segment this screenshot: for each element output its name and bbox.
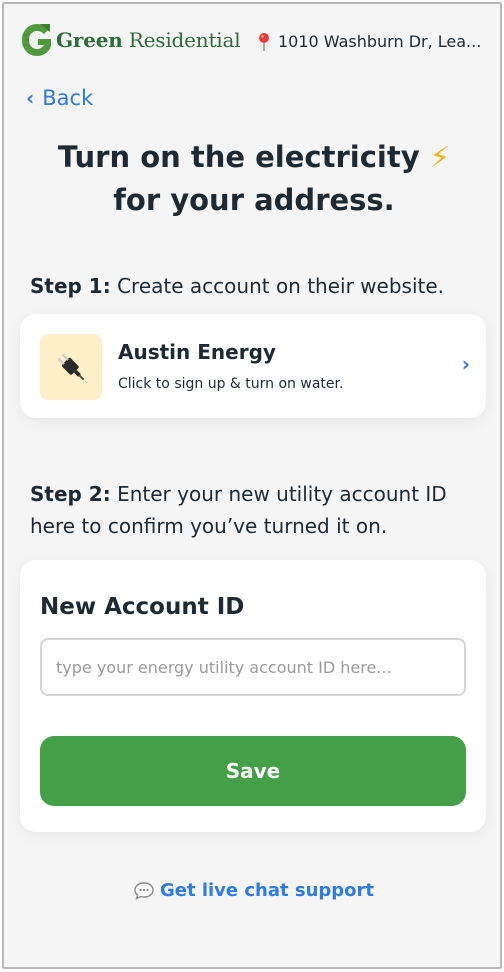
logo-icon xyxy=(22,24,51,56)
account-id-title: New Account ID xyxy=(40,594,245,620)
app-frame: Green Residential 1010 Washburn Dr, Lea.… xyxy=(2,2,502,969)
title-line-1: Turn on the electricity xyxy=(57,140,420,174)
live-chat-link[interactable]: Get live chat support xyxy=(4,880,500,901)
step-1-prefix: Step 1: xyxy=(30,274,111,298)
step-2-prefix: Step 2: xyxy=(30,482,111,506)
plug-icon xyxy=(40,334,102,400)
brand-name: Green Residential xyxy=(56,28,241,52)
chevron-right-icon: › xyxy=(461,352,470,376)
live-chat-label: Get live chat support xyxy=(159,880,375,901)
page-title: Turn on the electricity ⚡ for your addre… xyxy=(4,136,500,222)
provider-subtitle: Click to sign up & turn on water. xyxy=(118,376,344,392)
account-id-input[interactable] xyxy=(40,638,466,696)
lightning-icon: ⚡ xyxy=(429,140,451,174)
chat-bubble-icon xyxy=(134,881,154,900)
header: Green Residential 1010 Washburn Dr, Lea.… xyxy=(4,4,500,84)
chevron-left-icon: ‹ xyxy=(26,86,35,110)
step-1-instruction: Step 1: Create account on their website. xyxy=(30,270,444,302)
provider-name: Austin Energy xyxy=(118,340,276,364)
brand-logo[interactable]: Green Residential xyxy=(20,22,241,58)
save-button[interactable]: Save xyxy=(40,736,466,806)
back-label: Back xyxy=(42,86,94,110)
location-pin-icon xyxy=(259,32,269,51)
provider-card[interactable]: Austin Energy Click to sign up & turn on… xyxy=(20,314,486,418)
back-link[interactable]: ‹ Back xyxy=(26,86,93,110)
step-1-text: Create account on their website. xyxy=(110,274,445,298)
step-2-instruction: Step 2: Enter your new utility account I… xyxy=(30,478,470,542)
address-text: 1010 Washburn Dr, Lea... xyxy=(278,32,482,51)
account-id-card: New Account ID Save xyxy=(20,560,486,832)
title-line-2: for your address. xyxy=(113,183,395,217)
address-selector[interactable]: 1010 Washburn Dr, Lea... xyxy=(258,32,481,51)
